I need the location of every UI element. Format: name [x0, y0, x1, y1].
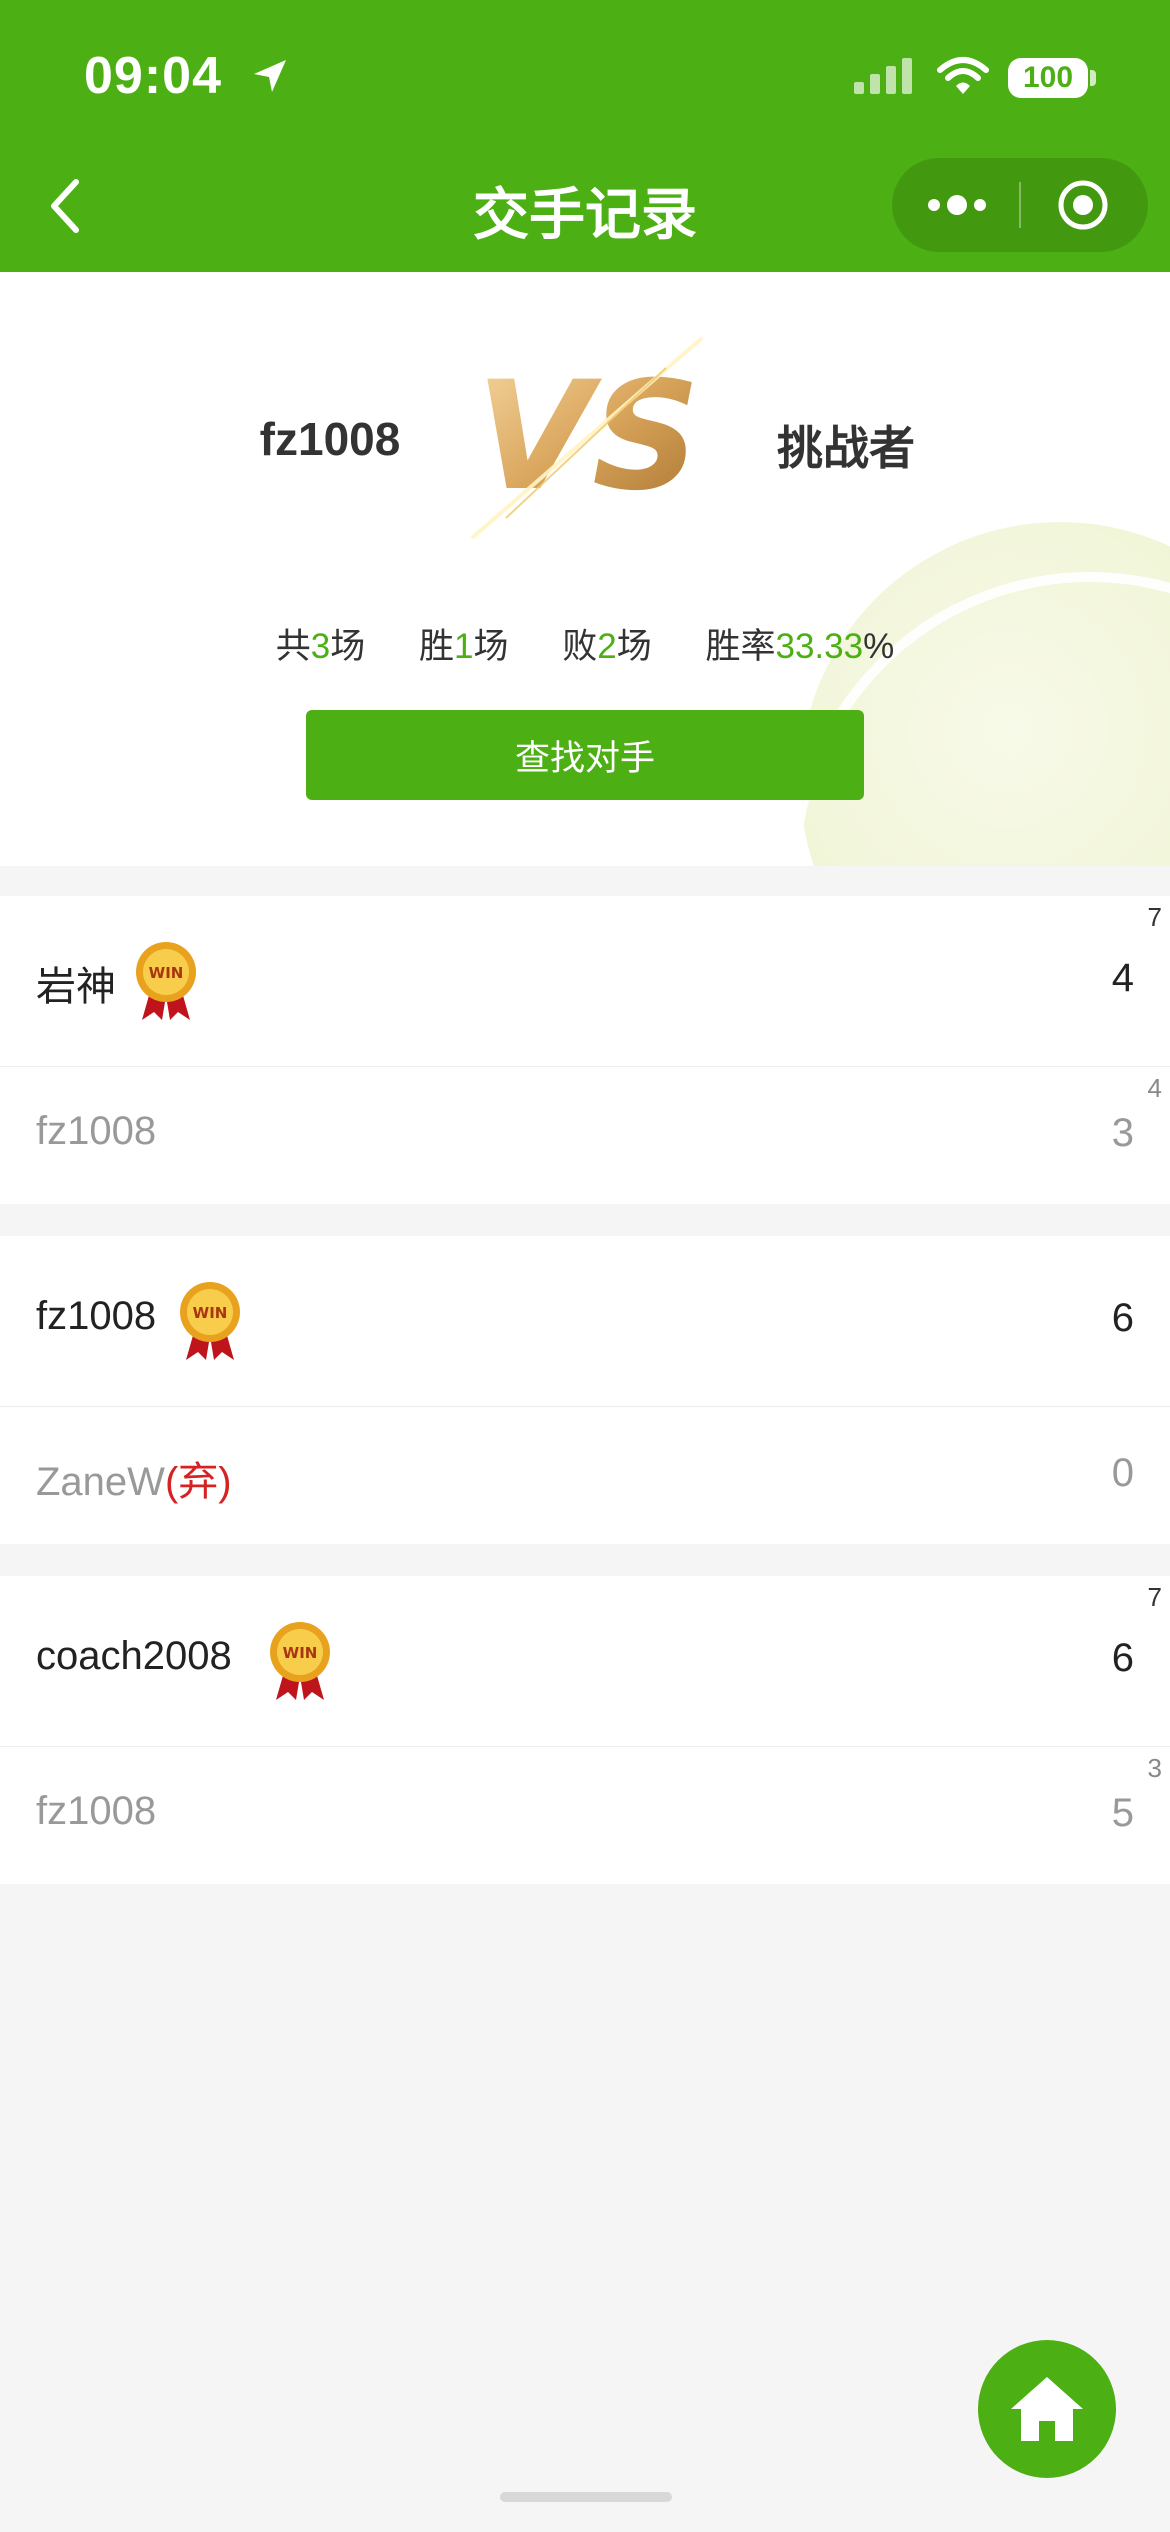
loser-tiebreak: 3 — [1147, 1753, 1162, 1783]
winner-score: 6 — [1111, 1296, 1134, 1340]
player-right-name: 挑战者 — [777, 422, 915, 474]
win-medal-icon: WIN — [136, 942, 196, 1020]
medal-label: WIN — [193, 1304, 228, 1322]
stat-rate-prefix: 胜率 — [705, 627, 776, 666]
signal-icon — [854, 58, 912, 94]
winner-tiebreak: 7 — [1147, 902, 1162, 932]
head-to-head-summary: fz1008 VS 挑战者 共3场 胜1场 败2场 胜率33.33% 查找对手 — [0, 272, 1170, 866]
capsule-divider — [1019, 182, 1021, 228]
stat-losses-suffix: 场 — [616, 627, 652, 666]
loser-score: 0 — [1111, 1451, 1134, 1495]
battery-indicator: 100 — [1008, 58, 1088, 98]
loser-name-text: ZaneW — [36, 1460, 165, 1504]
home-button[interactable] — [978, 2340, 1116, 2478]
stat-losses-prefix: 败 — [562, 627, 598, 666]
stat-wins-value: 1 — [454, 627, 474, 666]
vs-logo: VS — [470, 336, 704, 540]
match-card[interactable]: 岩神 WIN 4 7 fz1008 3 4 — [0, 896, 1170, 1204]
winner-tiebreak: 7 — [1147, 1582, 1162, 1612]
wifi-icon — [937, 57, 989, 94]
winner-score: 4 — [1111, 956, 1134, 1000]
stat-wins-prefix: 胜 — [419, 627, 455, 666]
winner-name: 岩神 — [36, 965, 116, 1009]
loser-score: 5 — [1111, 1791, 1134, 1835]
stat-rate-value: 33.33 — [775, 627, 864, 666]
stat-wins-suffix: 场 — [473, 627, 509, 666]
medal-label: WIN — [149, 964, 184, 982]
top-bar: 09:04 100 交手记录 — [0, 0, 1170, 272]
match-loser-row: fz1008 3 4 — [0, 1066, 1170, 1204]
stat-total-prefix: 共 — [275, 627, 311, 666]
stat-win-rate: 胜率33.33% — [705, 627, 894, 666]
match-winner-row: 岩神 WIN 4 7 — [0, 896, 1170, 1066]
winner-name: fz1008 — [36, 1294, 157, 1338]
medal-label: WIN — [283, 1644, 318, 1662]
home-icon — [1011, 2377, 1083, 2441]
find-opponent-button[interactable]: 查找对手 — [306, 710, 864, 800]
location-arrow-icon — [254, 60, 286, 92]
match-card[interactable]: fz1008 WIN 6 ZaneW(弃) 0 — [0, 1236, 1170, 1544]
forfeit-tag: (弃) — [164, 1460, 232, 1504]
loser-name: fz1008 — [36, 1789, 156, 1834]
win-medal-icon: WIN — [270, 1622, 330, 1700]
player-left-name: fz1008 — [259, 413, 401, 465]
more-dots-icon[interactable] — [926, 192, 988, 218]
target-circle-icon[interactable] — [1056, 178, 1110, 232]
match-winner-row: coach2008 WIN 6 7 — [0, 1576, 1170, 1746]
stat-total: 共3场 — [276, 627, 366, 666]
match-loser-row: fz1008 5 3 — [0, 1746, 1170, 1884]
match-winner-row: fz1008 WIN 6 — [0, 1236, 1170, 1406]
loser-score: 3 — [1111, 1111, 1134, 1155]
stat-losses-value: 2 — [597, 627, 617, 666]
winner-score: 6 — [1111, 1636, 1134, 1680]
stat-total-suffix: 场 — [330, 627, 366, 666]
record-stats: 共3场 胜1场 败2场 胜率33.33% — [0, 618, 1170, 669]
home-indicator — [500, 2492, 672, 2502]
winner-name: coach2008 — [36, 1634, 232, 1678]
stat-losses: 败2场 — [562, 627, 652, 666]
stat-total-value: 3 — [310, 627, 331, 666]
stat-rate-suffix: % — [863, 627, 895, 666]
loser-tiebreak: 4 — [1147, 1073, 1162, 1103]
battery-tip — [1090, 70, 1096, 86]
loser-name: ZaneW(弃) — [36, 1449, 232, 1507]
mini-program-capsule — [892, 158, 1148, 252]
loser-name: fz1008 — [36, 1109, 156, 1154]
match-card[interactable]: coach2008 WIN 6 7 fz1008 5 3 — [0, 1576, 1170, 1884]
status-time: 09:04 — [84, 47, 222, 105]
match-loser-row: ZaneW(弃) 0 — [0, 1406, 1170, 1544]
loser-name-text: fz1008 — [36, 1789, 157, 1833]
win-medal-icon: WIN — [180, 1282, 240, 1360]
stat-wins: 胜1场 — [419, 627, 509, 666]
loser-name-text: fz1008 — [36, 1109, 157, 1153]
